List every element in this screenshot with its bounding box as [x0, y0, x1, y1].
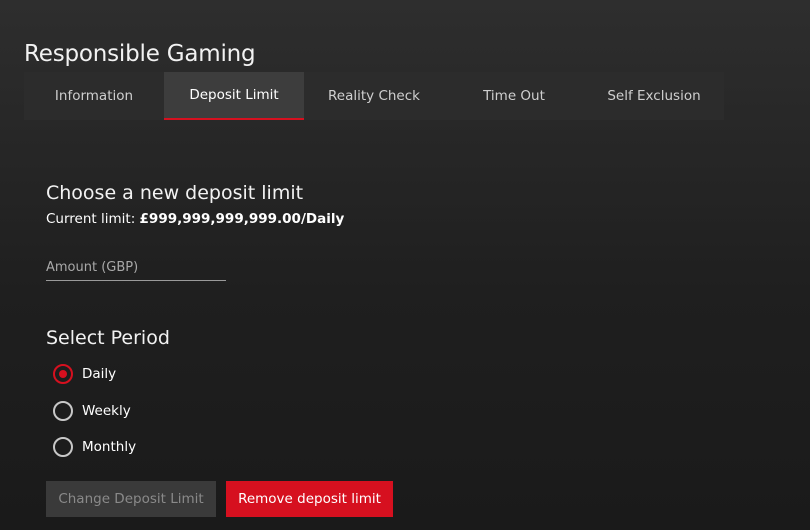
change-deposit-limit-button[interactable]: Change Deposit Limit [46, 481, 216, 517]
period-option-monthly[interactable]: Monthly [53, 435, 136, 459]
current-limit-label: Current limit: [46, 211, 140, 227]
period-radio-group: Daily Weekly Monthly [53, 362, 136, 472]
select-period-heading: Select Period [46, 326, 170, 349]
period-option-weekly[interactable]: Weekly [53, 399, 136, 423]
current-limit: Current limit: £999,999,999,999.00/Daily [46, 211, 344, 227]
current-limit-value: £999,999,999,999.00/Daily [139, 211, 345, 227]
period-option-label: Weekly [82, 402, 131, 419]
tab-self-exclusion[interactable]: Self Exclusion [584, 72, 724, 120]
remove-deposit-limit-button[interactable]: Remove deposit limit [226, 481, 393, 517]
tab-time-out[interactable]: Time Out [444, 72, 584, 120]
period-option-daily[interactable]: Daily [53, 362, 136, 386]
period-option-label: Monthly [82, 439, 137, 455]
tab-deposit-limit[interactable]: Deposit Limit [164, 72, 304, 120]
page-title: Responsible Gaming [24, 41, 256, 68]
tab-reality-check[interactable]: Reality Check [304, 72, 444, 120]
period-option-label: Daily [82, 366, 117, 382]
tab-bar: Information Deposit Limit Reality Check … [24, 72, 724, 120]
amount-input[interactable] [46, 254, 226, 281]
radio-daily[interactable] [53, 364, 73, 384]
radio-weekly[interactable] [53, 400, 73, 421]
deposit-limit-heading: Choose a new deposit limit [46, 181, 304, 204]
tab-information[interactable]: Information [24, 72, 164, 120]
radio-monthly[interactable] [53, 437, 73, 457]
